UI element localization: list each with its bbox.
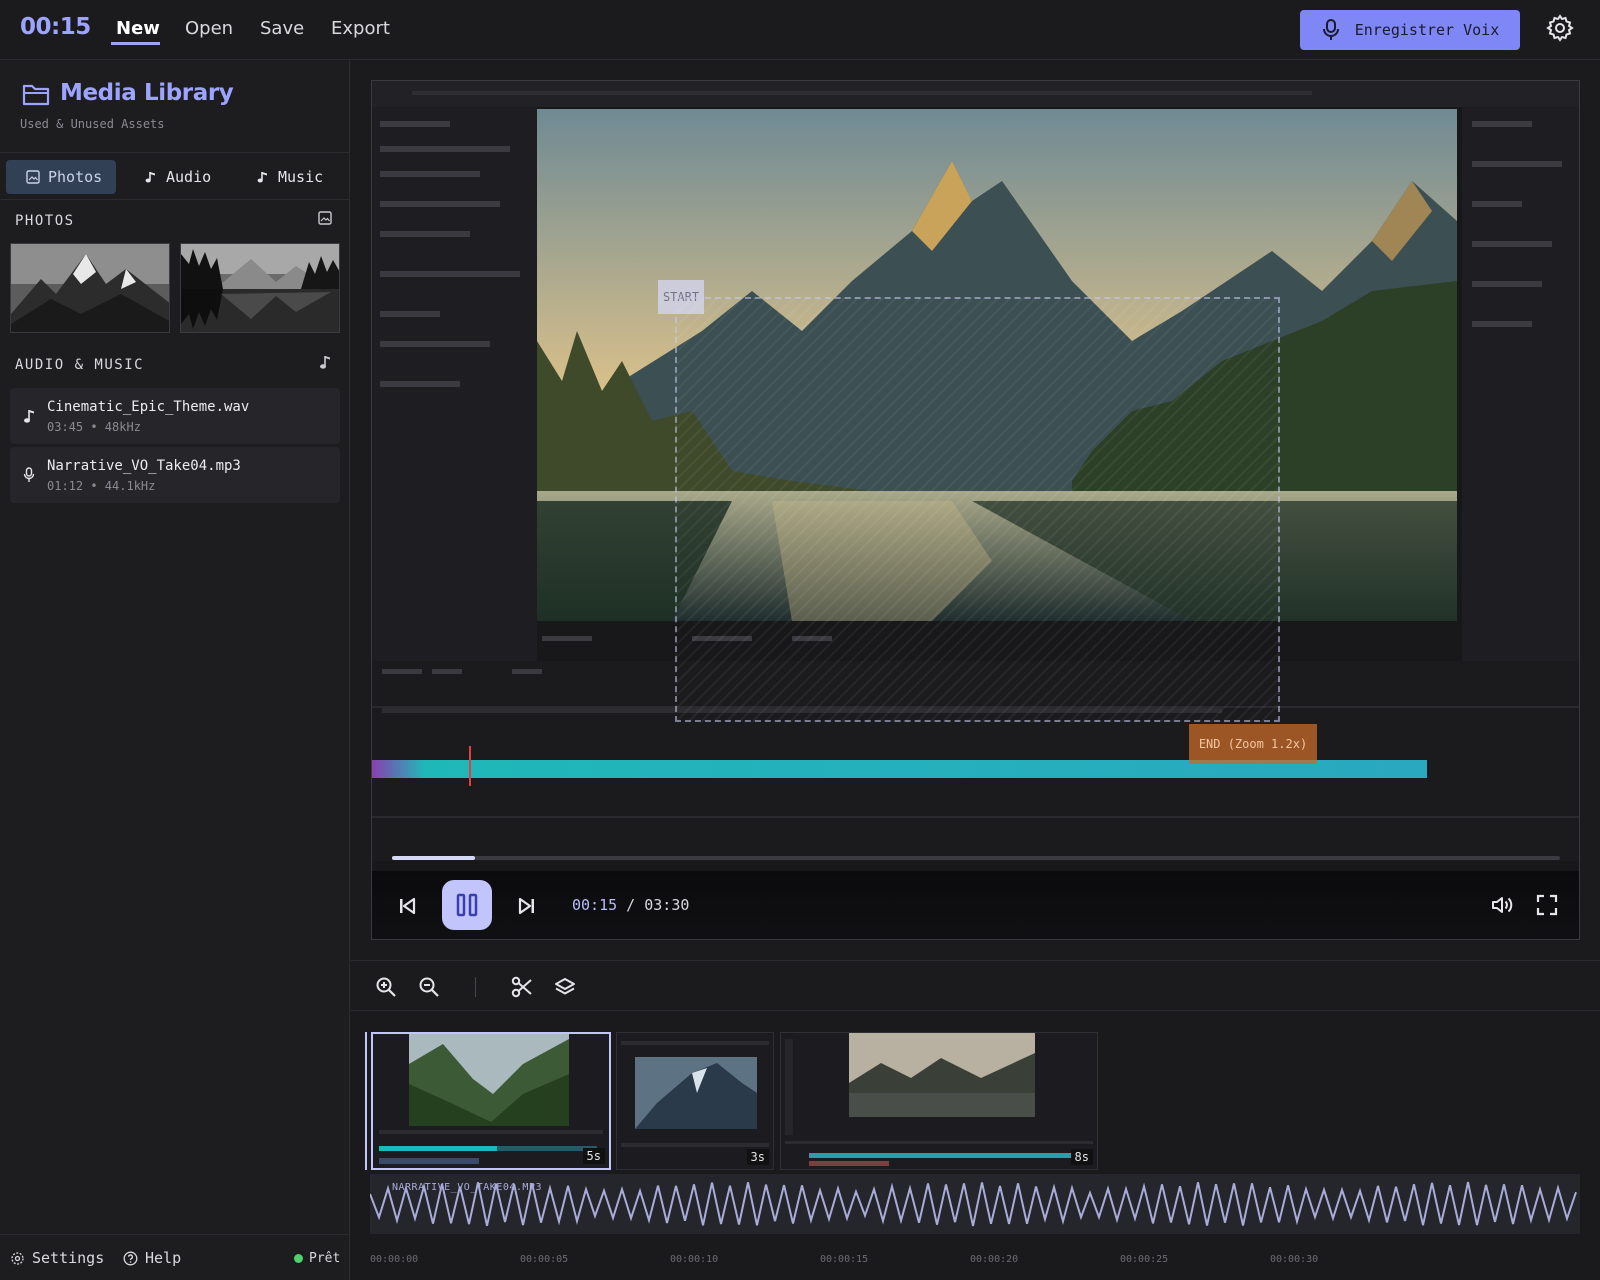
zoom-end-marker[interactable]: END (Zoom 1.2x) [1189,724,1317,764]
gear-icon [11,1251,24,1265]
help-icon [123,1251,138,1265]
playback-controls: 00:15 / 03:30 [372,871,1579,939]
audio-music-heading: AUDIO & MUSIC [15,357,145,373]
media-library-panel: Media Library Used & Unused Assets Photo… [0,60,350,1280]
tab-photos-label: Photos [48,168,103,186]
ruler-tick-label: 00:00:10 [670,1254,719,1265]
top-bar: 00:15 New Open Save Export Enregistrer V… [0,0,1600,60]
audio-asset-name: Cinematic_Epic_Theme.wav [47,399,250,415]
menu-export[interactable]: Export [331,18,390,39]
music-note-icon [24,410,34,423]
timeline-clip[interactable]: 8s [780,1032,1098,1170]
gear-icon[interactable] [1545,13,1575,43]
ruler-tick-label: 00:00:20 [970,1254,1019,1265]
photo-thumbnail[interactable] [180,243,340,333]
clip-duration: 8s [1070,1149,1093,1165]
timecode-display: 00:15 [20,14,91,40]
fullscreen-icon[interactable] [1535,893,1559,917]
menu-new[interactable]: New [116,18,160,39]
lake-photo-bw [181,244,339,332]
audio-asset-item[interactable]: Narrative_VO_Take04.mp3 01:12 • 44.1kHz [10,447,340,503]
total-time: 03:30 [644,896,690,914]
zoom-region-box[interactable] [675,297,1280,722]
tab-audio-label: Audio [166,168,212,186]
help-link[interactable]: Help [123,1249,181,1267]
audio-waveform [370,1181,1577,1227]
audio-asset-meta: 01:12 • 44.1kHz [47,479,156,493]
ruler-tick-label: 00:00:05 [520,1254,569,1265]
timeline-clip[interactable]: 3s [616,1032,774,1170]
status-dot [294,1254,303,1263]
zoom-in-icon[interactable] [375,976,397,998]
skip-back-icon[interactable] [395,894,419,918]
ruler-tick-label: 00:00:25 [1120,1254,1169,1265]
record-voice-label: Enregistrer Voix [1354,21,1500,39]
music-note-icon [257,172,267,183]
menu-open[interactable]: Open [185,18,233,39]
clip-thumbnail [373,1034,609,1168]
audio-asset-meta: 03:45 • 48kHz [47,420,141,434]
timeline-toolbar [351,960,1600,1011]
clip-thumbnail [781,1033,1097,1169]
settings-link-label: Settings [32,1249,105,1267]
playback-progress-fill [392,856,475,860]
timeline-playhead[interactable] [365,1032,367,1170]
time-separator: / [617,896,645,914]
image-icon[interactable] [317,210,333,226]
library-header: Media Library Used & Unused Assets [0,60,350,153]
toolbar-divider [475,977,476,997]
tab-audio[interactable]: Audio [124,160,234,194]
time-readout: 00:15 / 03:30 [572,896,689,914]
library-title: Media Library [60,80,234,106]
layers-icon[interactable] [554,976,576,998]
pause-button[interactable] [442,880,492,930]
sidebar-footer: Settings Help Prêt [0,1234,350,1280]
clip-duration: 3s [746,1149,769,1165]
photo-thumbnail[interactable] [10,243,170,333]
tab-music-label: Music [278,168,324,186]
active-menu-underline [111,42,160,45]
ruler-tick-label: 00:00:30 [1270,1254,1319,1265]
microphone-icon [1322,19,1339,40]
playback-progress-bar[interactable] [392,856,1560,860]
timeline[interactable]: 5s 3s 8s NARRATIVE_VO_TAKE04.MP3 00:00:0… [351,1012,1600,1280]
timeline-ruler: 00:00:00 00:00:05 00:00:10 00:00:15 00:00:20… [370,1250,1580,1274]
pause-icon [456,893,478,917]
zoom-out-icon[interactable] [418,976,440,998]
ruler-tick-label: 00:00:15 [820,1254,869,1265]
clip-duration: 5s [582,1148,605,1164]
volume-icon[interactable] [1490,893,1514,917]
settings-link[interactable]: Settings [10,1249,104,1267]
mountain-photo-bw [11,244,169,332]
menu-save[interactable]: Save [260,18,304,39]
timeline-clip[interactable]: 5s [371,1032,611,1170]
record-voice-button[interactable]: Enregistrer Voix [1300,10,1520,50]
music-note-icon [145,172,155,183]
status-indicator: Prêt [294,1251,340,1266]
image-icon [26,170,40,184]
status-text: Prêt [309,1251,341,1266]
microphone-icon [23,467,35,482]
media-tabs: Photos Audio Music [0,154,350,200]
tab-photos[interactable]: Photos [6,160,116,194]
audio-asset-item[interactable]: Cinematic_Epic_Theme.wav 03:45 • 48kHz [10,388,340,444]
skip-forward-icon[interactable] [515,894,539,918]
library-subtitle: Used & Unused Assets [20,117,165,131]
current-time: 00:15 [572,896,618,914]
video-preview[interactable]: START END (Zoom 1.2x) 00:15 / 03:30 [371,80,1580,940]
ruler-tick-label: 00:00:00 [370,1254,419,1265]
audio-track-label: NARRATIVE_VO_TAKE04.MP3 [392,1182,542,1193]
tab-music[interactable]: Music [236,160,346,194]
photos-heading: PHOTOS [15,213,75,229]
music-note-icon[interactable] [318,354,332,370]
help-link-label: Help [145,1249,182,1267]
audio-asset-name: Narrative_VO_Take04.mp3 [47,458,241,474]
scissors-icon[interactable] [511,976,533,998]
folder-icon [22,84,50,106]
audio-track[interactable]: NARRATIVE_VO_TAKE04.MP3 [370,1174,1580,1234]
